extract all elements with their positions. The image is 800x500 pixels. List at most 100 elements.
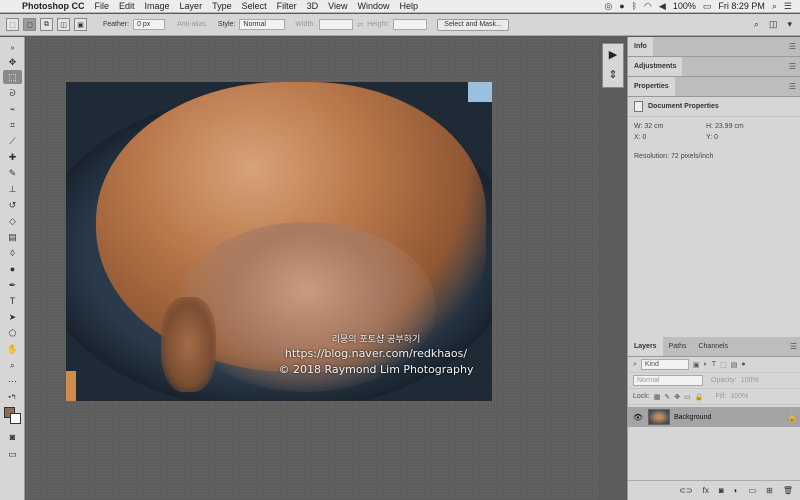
- quick-select-tool-icon[interactable]: ⌁: [3, 102, 22, 116]
- pen-tool-icon[interactable]: ✒: [3, 278, 22, 292]
- height-value[interactable]: H: 23.99 cm: [706, 123, 786, 130]
- y-value[interactable]: Y: 0: [706, 134, 786, 141]
- eraser-tool-icon[interactable]: ◇: [3, 214, 22, 228]
- x-value[interactable]: X: 0: [634, 134, 706, 141]
- default-colors-icon[interactable]: ▪↰: [3, 390, 22, 404]
- clock[interactable]: Fri 8:29 PM: [718, 1, 765, 11]
- marquee-tool-icon[interactable]: ⬚: [3, 70, 22, 84]
- spotlight-icon[interactable]: ⌕: [772, 1, 777, 12]
- lock-position-icon[interactable]: ✥: [674, 393, 680, 401]
- collapse-icon[interactable]: »: [3, 41, 22, 55]
- more-tools-icon[interactable]: ⋯: [3, 374, 22, 388]
- height-input[interactable]: [393, 19, 428, 30]
- menu-3d[interactable]: 3D: [307, 1, 319, 11]
- menu-window[interactable]: Window: [357, 1, 389, 11]
- menu-image[interactable]: Image: [145, 1, 170, 11]
- layer-row-background[interactable]: 👁 Background 🔒: [628, 407, 800, 427]
- gradient-tool-icon[interactable]: ▤: [3, 230, 22, 244]
- background-color-swatch[interactable]: [10, 413, 21, 424]
- eyedropper-tool-icon[interactable]: ⟋: [3, 134, 22, 148]
- menu-filter[interactable]: Filter: [277, 1, 297, 11]
- tab-properties[interactable]: Properties: [628, 77, 675, 96]
- visibility-eye-icon[interactable]: 👁: [632, 413, 644, 422]
- blend-mode-select[interactable]: Normal: [633, 375, 703, 386]
- fill-value[interactable]: 100%: [730, 393, 748, 400]
- add-mask-icon[interactable]: ◙: [719, 486, 724, 495]
- document-canvas[interactable]: 리뭉의 포토샵 공부하기 https://blog.naver.com/redk…: [66, 82, 492, 401]
- type-tool-icon[interactable]: T: [3, 294, 22, 308]
- filter-toggle-icon[interactable]: ●: [741, 361, 745, 368]
- adjust-icon[interactable]: ⇕: [603, 64, 623, 84]
- menu-edit[interactable]: Edit: [119, 1, 135, 11]
- width-value[interactable]: W: 32 cm: [634, 123, 706, 130]
- new-group-icon[interactable]: ▭: [749, 486, 757, 495]
- menu-file[interactable]: File: [95, 1, 110, 11]
- panel-menu-icon[interactable]: ☰: [789, 42, 796, 51]
- width-input[interactable]: [319, 19, 354, 30]
- bluetooth-icon[interactable]: ᛒ: [632, 1, 637, 11]
- marquee-preset-icon[interactable]: ⬚: [6, 18, 19, 31]
- workspace-icon[interactable]: ◫: [769, 19, 778, 30]
- menu-type[interactable]: Type: [212, 1, 232, 11]
- swap-icon[interactable]: ⇄: [357, 21, 363, 29]
- dodge-tool-icon[interactable]: ●: [3, 262, 22, 276]
- menu-help[interactable]: Help: [399, 1, 418, 11]
- hand-tool-icon[interactable]: ✋: [3, 342, 22, 356]
- filter-shape-icon[interactable]: ⬚: [720, 361, 727, 369]
- kind-filter-select[interactable]: Kind: [640, 359, 689, 370]
- app-name-menu[interactable]: Photoshop CC: [22, 1, 85, 11]
- tab-layers[interactable]: Layers: [628, 337, 663, 356]
- lock-transparency-icon[interactable]: ▦: [654, 393, 661, 401]
- messages-icon[interactable]: ●: [619, 1, 624, 11]
- shape-tool-icon[interactable]: ⬠: [3, 326, 22, 340]
- intersect-selection-icon[interactable]: ▣: [74, 18, 87, 31]
- menu-layer[interactable]: Layer: [180, 1, 203, 11]
- quick-mask-icon[interactable]: ◙: [3, 430, 22, 444]
- filter-adjustment-icon[interactable]: ◐: [704, 361, 708, 368]
- battery-icon[interactable]: ▭: [703, 1, 712, 12]
- globe-icon[interactable]: ◎: [604, 1, 612, 12]
- subtract-selection-icon[interactable]: ◫: [57, 18, 70, 31]
- new-selection-icon[interactable]: ▢: [23, 18, 36, 31]
- select-and-mask-button[interactable]: Select and Mask...: [437, 18, 509, 31]
- notification-center-icon[interactable]: ☰: [784, 1, 792, 12]
- lock-all-icon[interactable]: 🔒: [695, 393, 704, 401]
- link-layers-icon[interactable]: ⊂⊃: [679, 486, 692, 495]
- filter-type-icon[interactable]: T: [712, 361, 716, 368]
- layer-lock-icon[interactable]: 🔒: [787, 413, 797, 422]
- tab-info[interactable]: Info: [628, 37, 653, 56]
- blur-tool-icon[interactable]: ◊: [3, 246, 22, 260]
- screen-mode-icon[interactable]: ▭: [3, 447, 22, 461]
- layer-name[interactable]: Background: [674, 414, 711, 421]
- new-layer-icon[interactable]: ⊞: [766, 486, 773, 495]
- antialias-checkbox[interactable]: Anti-alias: [177, 21, 206, 28]
- feather-input[interactable]: 0 px: [133, 19, 166, 30]
- history-brush-tool-icon[interactable]: ↺: [3, 198, 22, 212]
- tab-channels[interactable]: Channels: [692, 337, 734, 356]
- move-tool-icon[interactable]: ✥: [3, 55, 22, 69]
- play-icon[interactable]: ▶: [603, 44, 623, 64]
- search-icon[interactable]: ⌕: [754, 19, 759, 30]
- workspace-dropdown-icon[interactable]: ▾: [787, 19, 792, 30]
- menu-select[interactable]: Select: [242, 1, 267, 11]
- add-selection-icon[interactable]: ⧉: [40, 18, 53, 31]
- volume-icon[interactable]: ◀: [659, 1, 666, 12]
- opacity-value[interactable]: 100%: [741, 377, 759, 384]
- new-adjustment-icon[interactable]: ◐: [734, 486, 739, 495]
- lasso-tool-icon[interactable]: ᘐ: [3, 86, 22, 100]
- layer-style-icon[interactable]: fx: [703, 486, 709, 495]
- lock-pixels-icon[interactable]: ✎: [664, 393, 670, 401]
- panel-menu-icon[interactable]: ☰: [789, 82, 796, 91]
- lock-artboard-icon[interactable]: ▭: [684, 393, 691, 401]
- crop-tool-icon[interactable]: ⌗: [3, 118, 22, 132]
- wifi-icon[interactable]: ◠: [644, 1, 652, 12]
- menu-view[interactable]: View: [328, 1, 347, 11]
- tab-adjustments[interactable]: Adjustments: [628, 57, 683, 76]
- panel-menu-icon[interactable]: ☰: [790, 342, 797, 351]
- clone-stamp-tool-icon[interactable]: ⊥: [3, 182, 22, 196]
- style-select[interactable]: Normal: [239, 19, 286, 30]
- tab-paths[interactable]: Paths: [663, 337, 693, 356]
- filter-smart-object-icon[interactable]: ▤: [731, 361, 738, 369]
- delete-layer-icon[interactable]: 🗑: [783, 486, 793, 495]
- path-selection-tool-icon[interactable]: ➤: [3, 310, 22, 324]
